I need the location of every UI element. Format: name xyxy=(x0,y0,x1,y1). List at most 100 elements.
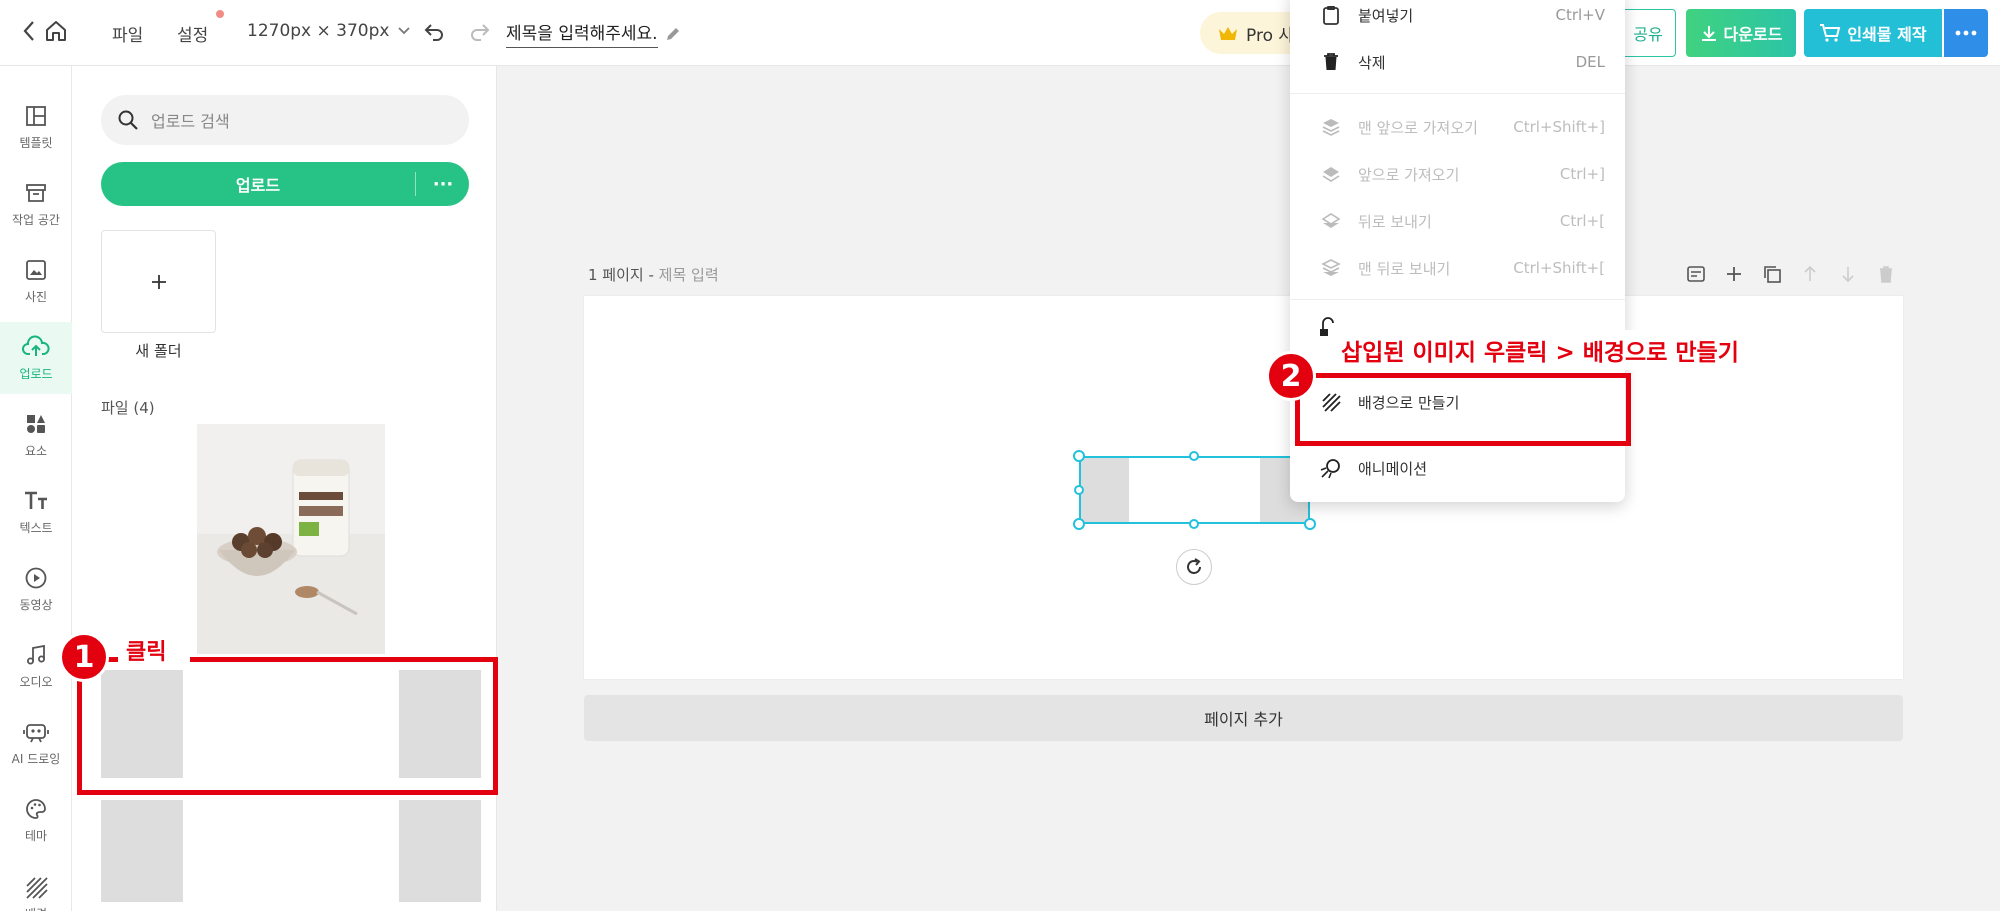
duplicate-icon[interactable] xyxy=(1762,264,1782,284)
title-field[interactable]: 제목을 입력해주세요. xyxy=(506,19,682,48)
upload-more-button[interactable]: ··· xyxy=(421,162,465,206)
rail-item-background[interactable]: 배경 xyxy=(0,861,72,911)
print-order-button[interactable]: 인쇄물 제작 xyxy=(1804,9,1942,57)
upload-search-input[interactable]: 업로드 검색 xyxy=(151,108,230,132)
menu-item-send-to-back[interactable]: 맨 뒤로 보내기 Ctrl+Shift+[ xyxy=(1320,253,1605,283)
chevron-left-icon[interactable] xyxy=(22,19,36,43)
resize-handle-bottom-right[interactable] xyxy=(1304,518,1316,530)
upload-search-field[interactable]: 업로드 검색 xyxy=(101,95,469,145)
menu-item-shortcut: Ctrl+] xyxy=(1559,165,1605,183)
page-number-label: 1 페이지 - xyxy=(588,266,659,284)
top-bar: 파일 설정 1270px × 370px 제목을 입력해주세요. Pro 사용 … xyxy=(0,0,2000,66)
rail-label: 템플릿 xyxy=(19,135,53,150)
upload-button[interactable]: 업로드 xyxy=(101,162,415,206)
menu-item-shortcut: DEL xyxy=(1575,53,1605,71)
layers-icon xyxy=(1321,213,1341,228)
undo-icon[interactable] xyxy=(422,20,446,44)
rotate-handle[interactable] xyxy=(1176,549,1212,585)
size-dropdown[interactable]: 1270px × 370px xyxy=(247,21,411,41)
memo-icon[interactable] xyxy=(1686,264,1706,284)
background-icon xyxy=(26,877,48,899)
rail-item-photo[interactable]: 사진 xyxy=(0,245,72,317)
rail-item-ai-drawing[interactable]: AI 드로잉 xyxy=(0,707,72,779)
menu-item-animation[interactable]: 애니메이션 xyxy=(1320,453,1605,483)
menu-divider xyxy=(1290,93,1625,94)
plus-icon xyxy=(151,274,166,289)
menu-divider xyxy=(1290,299,1625,300)
download-label: 다운로드 xyxy=(1723,25,1783,44)
resize-handle-top[interactable] xyxy=(1189,451,1199,461)
new-folder-button[interactable] xyxy=(101,230,216,333)
menu-item-label: 뒤로 보내기 xyxy=(1358,212,1432,231)
annotation-step-text-1: 클릭 xyxy=(118,634,190,670)
settings-menu[interactable]: 설정 xyxy=(177,21,208,46)
chevron-down-icon xyxy=(398,27,411,35)
rail-label: 요소 xyxy=(24,443,48,458)
add-page-icon[interactable] xyxy=(1724,264,1744,284)
rail-label: 작업 공간 xyxy=(12,212,60,227)
menu-item-shortcut: Ctrl+Shift+] xyxy=(1513,118,1605,136)
menu-item-label: 앞으로 가져오기 xyxy=(1358,165,1460,184)
arrow-down-icon[interactable] xyxy=(1838,264,1858,284)
uploaded-image-thumbnail[interactable] xyxy=(101,800,481,902)
trash-icon xyxy=(1324,53,1338,70)
page-header-label: 1 페이지 - 제목 입력 xyxy=(588,264,719,285)
menu-item-send-backward[interactable]: 뒤로 보내기 Ctrl+[ xyxy=(1320,206,1605,236)
annotation-step-text-2: 삽입된 이미지 우클릭 > 배경으로 만들기 xyxy=(1339,330,1779,370)
menu-item-shortcut: Ctrl+[ xyxy=(1559,212,1605,230)
menu-item-label: 애니메이션 xyxy=(1358,459,1428,478)
title-input[interactable]: 제목을 입력해주세요. xyxy=(506,19,658,48)
download-button[interactable]: 다운로드 xyxy=(1686,9,1796,57)
menu-item-label: 삭제 xyxy=(1358,53,1386,72)
annotation-highlight-box-2 xyxy=(1295,373,1631,446)
rail-item-upload[interactable]: 업로드 xyxy=(0,322,72,394)
rail-item-workspace[interactable]: 작업 공간 xyxy=(0,168,72,240)
clipboard-icon xyxy=(1323,6,1339,25)
rail-item-template[interactable]: 템플릿 xyxy=(0,91,72,163)
trash-icon[interactable] xyxy=(1876,264,1896,284)
page-title-input[interactable]: 제목 입력 xyxy=(659,266,719,284)
rail-label: 동영상 xyxy=(19,597,53,612)
upload-cloud-icon xyxy=(22,335,50,356)
annotation-step-badge-2: 2 xyxy=(1266,351,1316,401)
uploaded-photo-thumbnail[interactable] xyxy=(197,424,385,654)
menu-item-label: 붙여넣기 xyxy=(1358,6,1414,25)
rail-label: 사진 xyxy=(24,289,48,304)
rail-item-theme[interactable]: 테마 xyxy=(0,784,72,856)
arrow-up-icon[interactable] xyxy=(1800,264,1820,284)
thumb-left-block xyxy=(101,800,183,902)
rail-label: 텍스트 xyxy=(19,520,53,535)
selected-image-element[interactable] xyxy=(1079,456,1310,524)
more-options-button[interactable] xyxy=(1944,9,1988,57)
archive-icon xyxy=(26,183,46,202)
resize-handle-left[interactable] xyxy=(1074,485,1084,495)
menu-item-bring-forward[interactable]: 앞으로 가져오기 Ctrl+] xyxy=(1320,159,1605,189)
menu-item-shortcut: Ctrl+V xyxy=(1555,6,1605,24)
elements-icon xyxy=(27,414,45,433)
protein-photo-image xyxy=(197,424,385,654)
text-icon xyxy=(25,491,47,509)
add-page-button[interactable]: 페이지 추가 xyxy=(584,695,1903,741)
files-count-label: 파일 (4) xyxy=(101,399,155,417)
resize-handle-bottom[interactable] xyxy=(1189,519,1199,529)
rail-item-text[interactable]: 텍스트 xyxy=(0,476,72,548)
rail-item-elements[interactable]: 요소 xyxy=(0,399,72,471)
home-icon[interactable] xyxy=(44,19,68,43)
rail-item-video[interactable]: 동영상 xyxy=(0,553,72,625)
rail-label: 오디오 xyxy=(19,674,53,689)
share-button[interactable]: 공유 xyxy=(1620,9,1676,57)
menu-item-delete[interactable]: 삭제 DEL xyxy=(1320,47,1605,77)
file-menu[interactable]: 파일 xyxy=(112,21,143,46)
menu-item-bring-to-front[interactable]: 맨 앞으로 가져오기 Ctrl+Shift+] xyxy=(1320,112,1605,142)
resize-handle-top-left[interactable] xyxy=(1073,450,1085,462)
lock-icon[interactable] xyxy=(1318,315,1338,337)
photo-icon xyxy=(26,259,46,280)
notification-dot xyxy=(216,10,224,18)
menu-item-shortcut: Ctrl+Shift+[ xyxy=(1513,259,1605,277)
menu-item-paste[interactable]: 붙여넣기 Ctrl+V xyxy=(1320,0,1605,30)
cart-icon xyxy=(1820,24,1841,42)
more-dots-icon xyxy=(1955,30,1977,36)
back-home-group[interactable] xyxy=(22,19,68,43)
resize-handle-bottom-left[interactable] xyxy=(1073,518,1085,530)
redo-icon[interactable] xyxy=(468,20,492,44)
